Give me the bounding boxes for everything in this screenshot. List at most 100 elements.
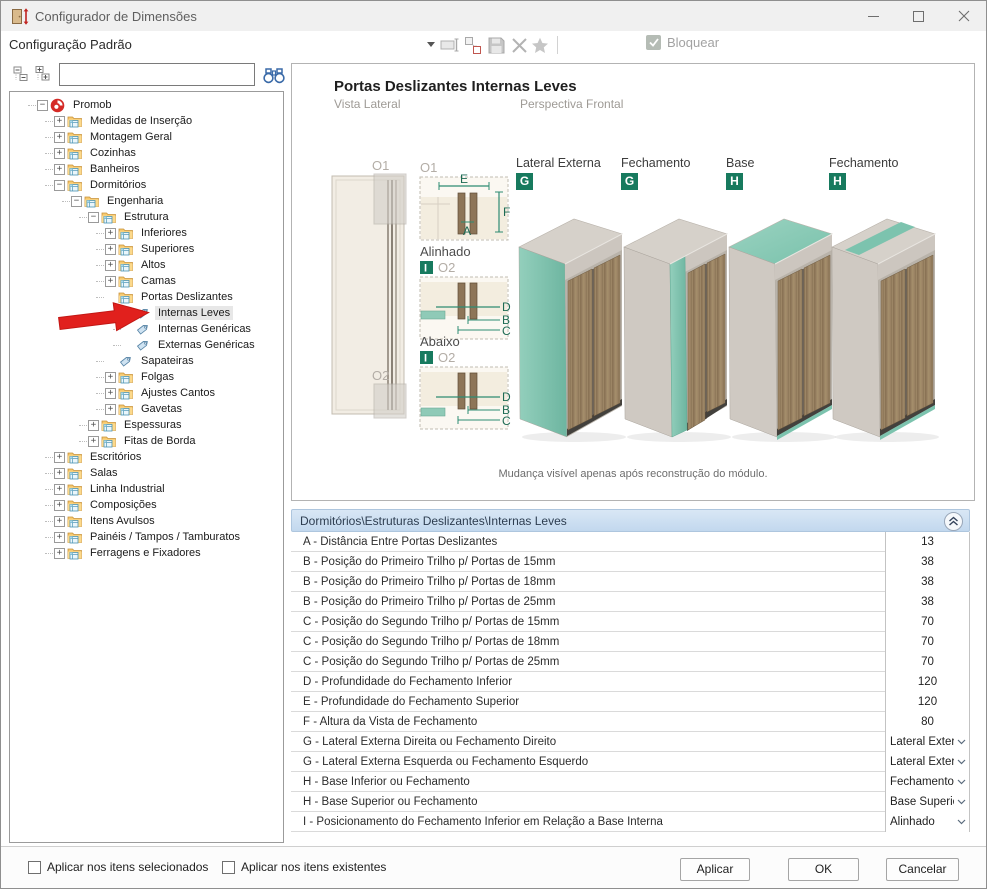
tree-item-label[interactable]: Promob [70,98,115,112]
tree-item[interactable]: Sapateiras [10,353,283,369]
parameter-value-field[interactable]: 13 [885,532,970,552]
tree-item-label[interactable]: Gavetas [138,402,185,416]
expand-icon[interactable]: + [54,548,65,559]
tree-item-label[interactable]: Engenharia [104,194,166,208]
chevron-down-icon[interactable] [954,739,969,745]
apply-button[interactable]: Aplicar [680,858,750,881]
tree-item-label[interactable]: Linha Industrial [87,482,168,496]
rename-icon[interactable] [439,34,461,56]
expand-icon[interactable]: + [54,116,65,127]
tree-item[interactable]: +Espessuras [10,417,283,433]
expand-icon[interactable]: + [88,436,99,447]
maximize-button[interactable] [896,1,941,31]
parameter-value-field[interactable]: 120 [885,692,970,712]
tree-item-label[interactable]: Salas [87,466,121,480]
expand-icon[interactable]: + [54,164,65,175]
tree-item[interactable]: + Ajustes Cantos [10,385,283,401]
tree-item[interactable]: +Cozinhas [10,145,283,161]
collapse-icon[interactable]: − [54,180,65,191]
tree-item[interactable]: +Medidas de Inserção [10,113,283,129]
tree-item[interactable]: Internas Leves [10,305,283,321]
parameter-value-field[interactable]: 120 [885,672,970,692]
parameter-select[interactable]: Fechamento [885,772,970,792]
parameter-select[interactable]: Lateral Externa [885,732,970,752]
expand-icon[interactable]: + [105,372,116,383]
expand-icon[interactable]: + [54,132,65,143]
tree-item[interactable]: + Superiores [10,241,283,257]
tree-item[interactable]: + Gavetas [10,401,283,417]
tree-item-label[interactable]: Internas Genéricas [155,322,254,336]
tree-item[interactable]: + Inferiores [10,225,283,241]
apply-selected-checkbox[interactable]: Aplicar nos itens selecionados [28,860,208,874]
configuration-select[interactable]: Configuração Padrão [9,33,439,56]
chevron-down-icon[interactable] [954,759,969,765]
tree-item[interactable]: +Composições [10,497,283,513]
configuration-tree[interactable]: −Promob+Medidas de Inserção+Montagem Ger… [9,91,284,843]
expand-icon[interactable]: + [105,404,116,415]
search-input[interactable] [59,63,255,86]
parameter-value-field[interactable]: 80 [885,712,970,732]
expand-icon[interactable]: + [105,228,116,239]
expand-icon[interactable]: + [105,244,116,255]
chevron-down-icon[interactable] [954,799,969,805]
tree-item[interactable]: + Painéis / Tampos / Tamburatos [10,529,283,545]
tree-item[interactable]: Internas Genéricas [10,321,283,337]
tree-item[interactable]: + Montagem Geral [10,129,283,145]
expand-icon[interactable]: + [105,260,116,271]
tree-item[interactable]: +Escritórios [10,449,283,465]
expand-icon[interactable]: + [54,468,65,479]
title-bar[interactable]: Configurador de Dimensões [1,1,986,31]
expand-icon[interactable]: + [54,516,65,527]
tree-item-label[interactable]: Altos [138,258,168,272]
bloquear-checkbox[interactable]: Bloquear [646,35,719,50]
tree-item[interactable]: Externas Genéricas [10,337,283,353]
delete-icon[interactable] [508,34,530,56]
tree-item-label[interactable]: Montagem Geral [87,130,175,144]
tree-item-label[interactable]: Painéis / Tampos / Tamburatos [87,530,243,544]
expand-icon[interactable]: + [105,388,116,399]
tree-item[interactable]: + Salas [10,465,283,481]
tree-item[interactable]: −Engenharia [10,193,283,209]
parameter-value-field[interactable]: 70 [885,652,970,672]
tree-item[interactable]: + Altos [10,257,283,273]
table-header[interactable]: Dormitórios\Estruturas Deslizantes\Inter… [291,509,970,532]
collapse-all-icon[interactable] [13,65,31,83]
tree-item-label[interactable]: Composições [87,498,160,512]
parameter-value-field[interactable]: 38 [885,552,970,572]
tree-item[interactable]: −Promob [10,97,283,113]
tree-item[interactable]: −Dormitórios [10,177,283,193]
collapse-icon[interactable]: − [88,212,99,223]
tree-item[interactable]: + Folgas [10,369,283,385]
parameter-value-field[interactable]: 38 [885,592,970,612]
tree-item[interactable]: + Banheiros [10,161,283,177]
parameter-value-field[interactable]: 70 [885,612,970,632]
tree-item-label[interactable]: Portas Deslizantes [138,290,236,304]
close-button[interactable] [941,1,986,31]
tree-item[interactable]: − Estrutura [10,209,283,225]
tree-item-label[interactable]: Folgas [138,370,177,384]
tree-item-label[interactable]: Internas Leves [155,306,233,320]
chevron-down-icon[interactable] [954,779,969,785]
expand-icon[interactable]: + [54,532,65,543]
tree-item-label[interactable]: Cozinhas [87,146,139,160]
find-button[interactable] [260,64,288,86]
expand-icon[interactable]: + [105,276,116,287]
tree-item-label[interactable]: Estrutura [121,210,172,224]
tree-item-label[interactable]: Ajustes Cantos [138,386,218,400]
tree-item-label[interactable]: Banheiros [87,162,143,176]
minimize-button[interactable] [851,1,896,31]
tree-item-label[interactable]: Fitas de Borda [121,434,199,448]
tree-item-label[interactable]: Inferiores [138,226,190,240]
tree-item[interactable]: + Fitas de Borda [10,433,283,449]
tree-item-label[interactable]: Ferragens e Fixadores [87,546,204,560]
tree-item-label[interactable]: Escritórios [87,450,144,464]
tree-item-label[interactable]: Superiores [138,242,197,256]
tree-item-label[interactable]: Camas [138,274,179,288]
collapse-section-button[interactable] [944,512,963,531]
parameter-select[interactable]: Alinhado [885,812,970,832]
apply-existing-checkbox[interactable]: Aplicar nos itens existentes [222,860,386,874]
copy-icon[interactable] [462,34,484,56]
parameter-select[interactable]: Base Superior [885,792,970,812]
tree-item[interactable]: + Camas [10,273,283,289]
tree-item-label[interactable]: Externas Genéricas [155,338,258,352]
